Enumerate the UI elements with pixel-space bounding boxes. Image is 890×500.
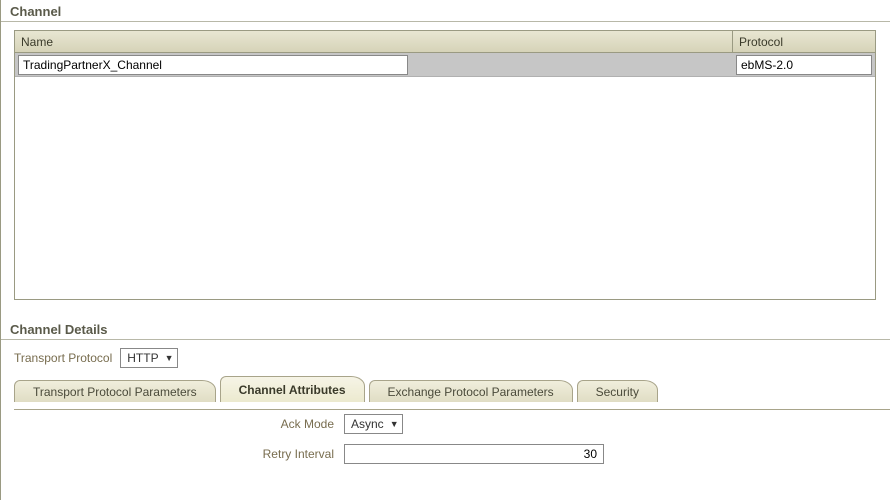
channel-name-input[interactable] bbox=[18, 55, 408, 75]
channel-table-panel: Name Protocol bbox=[14, 30, 876, 300]
ack-mode-select[interactable]: Async ▼ bbox=[344, 414, 403, 434]
channel-details-panel: Channel Details Transport Protocol HTTP … bbox=[0, 318, 890, 464]
tab-security[interactable]: Security bbox=[577, 380, 658, 402]
channel-section-rule bbox=[0, 21, 890, 22]
retry-interval-row: Retry Interval bbox=[14, 444, 876, 464]
tabs: Transport Protocol Parameters Channel At… bbox=[14, 376, 876, 402]
tab-label: Exchange Protocol Parameters bbox=[388, 385, 554, 399]
panel-left-border bbox=[0, 0, 1, 500]
tab-underline bbox=[14, 409, 890, 410]
column-header-name[interactable]: Name bbox=[15, 31, 733, 52]
channel-protocol-input[interactable] bbox=[736, 55, 872, 75]
channel-section-title: Channel bbox=[0, 0, 890, 21]
chevron-down-icon: ▼ bbox=[390, 419, 399, 429]
channel-table-header: Name Protocol bbox=[15, 31, 875, 53]
cell-protocol bbox=[733, 53, 875, 76]
channel-table: Name Protocol bbox=[14, 30, 876, 300]
tab-label: Channel Attributes bbox=[239, 383, 346, 397]
transport-protocol-select[interactable]: HTTP ▼ bbox=[120, 348, 177, 368]
channel-attributes-form: Ack Mode Async ▼ Retry Interval bbox=[14, 414, 876, 464]
tab-label: Transport Protocol Parameters bbox=[33, 385, 197, 399]
tab-channel-attributes[interactable]: Channel Attributes bbox=[220, 376, 365, 402]
retry-interval-input[interactable] bbox=[344, 444, 604, 464]
tab-exchange-protocol-parameters[interactable]: Exchange Protocol Parameters bbox=[369, 380, 573, 402]
retry-interval-label: Retry Interval bbox=[14, 447, 344, 461]
channel-details-rule bbox=[0, 339, 890, 340]
column-header-protocol[interactable]: Protocol bbox=[733, 31, 875, 52]
cell-name bbox=[15, 53, 733, 76]
tab-label: Security bbox=[596, 385, 639, 399]
channel-details-title: Channel Details bbox=[0, 318, 890, 339]
tab-transport-protocol-parameters[interactable]: Transport Protocol Parameters bbox=[14, 380, 216, 402]
transport-protocol-label: Transport Protocol bbox=[14, 351, 112, 365]
table-row[interactable] bbox=[15, 53, 875, 77]
ack-mode-row: Ack Mode Async ▼ bbox=[14, 414, 876, 434]
ack-mode-value: Async bbox=[351, 417, 384, 431]
chevron-down-icon: ▼ bbox=[165, 353, 174, 363]
ack-mode-label: Ack Mode bbox=[14, 417, 344, 431]
transport-protocol-value: HTTP bbox=[127, 351, 158, 365]
transport-protocol-row: Transport Protocol HTTP ▼ bbox=[14, 348, 876, 368]
